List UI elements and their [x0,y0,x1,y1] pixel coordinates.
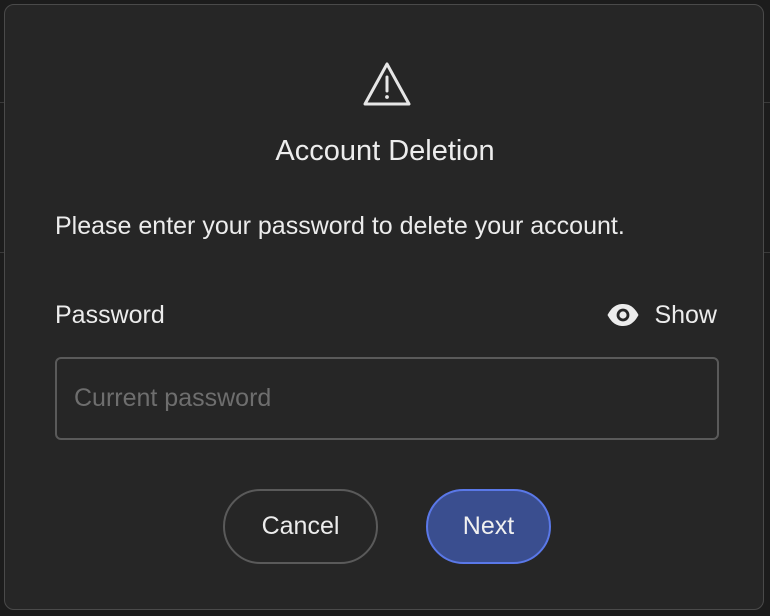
cancel-button[interactable]: Cancel [223,489,378,564]
password-label: Password [55,301,165,329]
dialog-title: Account Deletion [275,135,495,167]
show-password-toggle[interactable]: Show [606,297,717,333]
show-toggle-label: Show [654,300,717,329]
eye-icon [607,304,639,326]
next-button[interactable]: Next [426,489,551,564]
warning-triangle-icon [363,62,411,106]
account-deletion-dialog: Account Deletion Please enter your passw… [4,4,764,610]
password-input[interactable] [55,357,719,440]
dialog-message: Please enter your password to delete you… [55,212,625,240]
